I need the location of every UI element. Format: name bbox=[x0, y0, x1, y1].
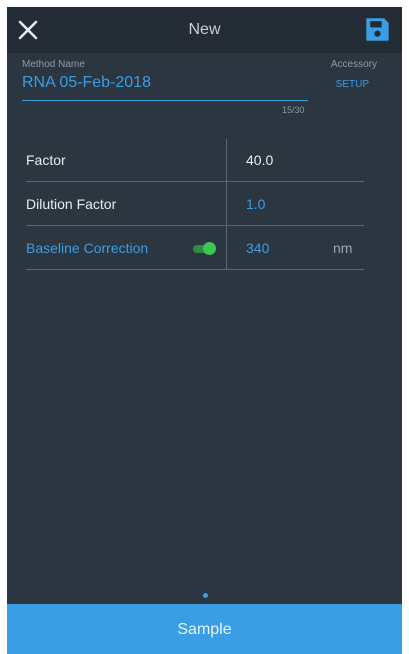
save-icon bbox=[366, 18, 389, 41]
baseline-correction-unit: nm bbox=[333, 240, 353, 256]
setup-link[interactable]: SETUP bbox=[336, 79, 369, 90]
accessory-label: Accessory bbox=[330, 59, 377, 70]
top-bar: New bbox=[7, 7, 402, 53]
baseline-correction-toggle[interactable] bbox=[193, 242, 216, 255]
method-name-input[interactable] bbox=[22, 74, 306, 92]
factor-value[interactable]: 40.0 bbox=[246, 152, 273, 168]
method-name-underline bbox=[22, 100, 308, 101]
factor-row: Factor 40.0 bbox=[26, 139, 364, 182]
char-counter: 15/30 bbox=[282, 105, 305, 115]
page-indicator-dot bbox=[203, 593, 208, 598]
app-screen: New Method Name 15/30 Accessory SETUP Fa… bbox=[7, 7, 402, 654]
method-name-label: Method Name bbox=[22, 59, 85, 70]
baseline-correction-value[interactable]: 340 bbox=[246, 240, 269, 256]
sample-button-label: Sample bbox=[177, 621, 232, 638]
save-button[interactable] bbox=[365, 17, 390, 42]
baseline-correction-row: Baseline Correction 340 nm bbox=[26, 227, 364, 270]
baseline-correction-label: Baseline Correction bbox=[26, 240, 149, 256]
dilution-factor-row: Dilution Factor 1.0 bbox=[26, 183, 364, 226]
dilution-factor-label: Dilution Factor bbox=[26, 196, 117, 212]
sample-button[interactable]: Sample bbox=[7, 604, 402, 654]
dilution-factor-value[interactable]: 1.0 bbox=[246, 196, 265, 212]
factor-label: Factor bbox=[26, 152, 66, 168]
page-title: New bbox=[188, 21, 221, 38]
toggle-knob bbox=[203, 242, 216, 255]
